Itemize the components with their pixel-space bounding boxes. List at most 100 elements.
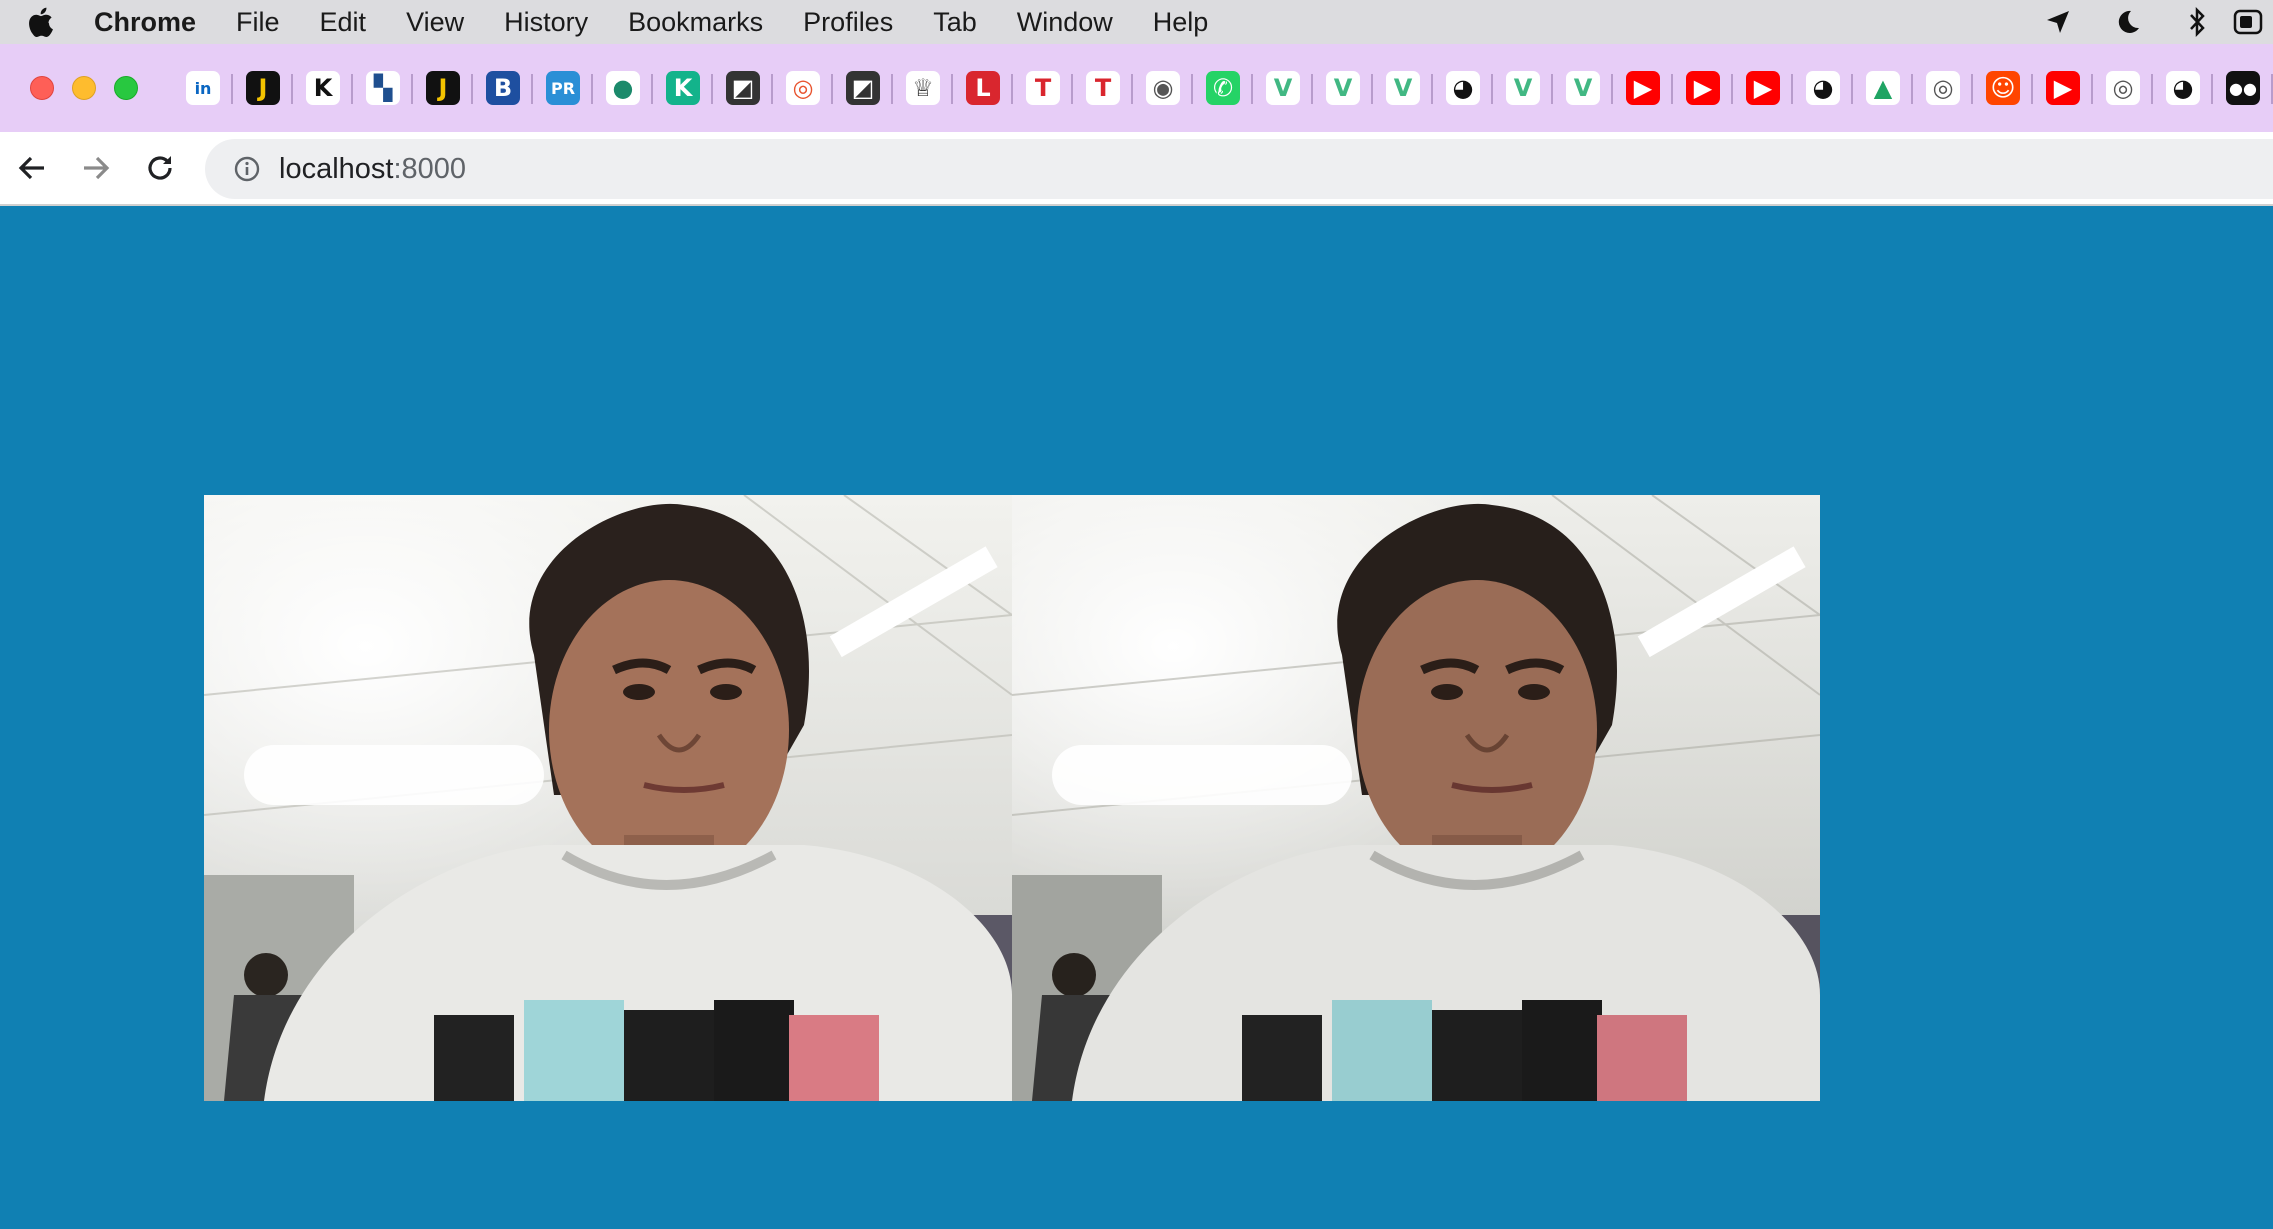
badge-icon: ♕ [906,71,940,105]
ring-icon: ◎ [786,71,820,105]
menu-help[interactable]: Help [1133,7,1229,38]
bookmark-item[interactable]: ◕ [2153,58,2213,118]
chat-icon: ● [606,71,640,105]
bookmark-item[interactable]: B [473,58,533,118]
bookmark-item[interactable]: T [1073,58,1133,118]
vue-icon: V [1506,71,1540,105]
j-icon: J [246,71,280,105]
bookmark-item[interactable]: T [1013,58,1073,118]
bookmark-item[interactable]: L [953,58,1013,118]
chrome-icon: ◎ [2106,71,2140,105]
bookmark-item[interactable]: ●● [2213,58,2273,118]
bookmark-item[interactable]: V [1313,58,1373,118]
forward-button[interactable] [64,136,128,200]
youtube-icon: ▶ [1626,71,1660,105]
original-photo [204,495,1012,1101]
menu-bar: Chrome File Edit View History Bookmarks … [0,0,2273,44]
bookmark-item[interactable]: ♕ [893,58,953,118]
bookmark-item[interactable]: J [233,58,293,118]
github-icon: ◕ [1806,71,1840,105]
bookmark-item[interactable]: ◎ [2093,58,2153,118]
slash-icon: ◩ [726,71,760,105]
bookmark-item[interactable]: ▲ [1853,58,1913,118]
youtube-icon: ▶ [2046,71,2080,105]
menu-edit[interactable]: Edit [300,7,387,38]
menu-history[interactable]: History [484,7,608,38]
github-icon: ◕ [1446,71,1480,105]
menu-bookmarks[interactable]: Bookmarks [608,7,783,38]
battery-icon[interactable] [2233,9,2273,35]
menu-file[interactable]: File [216,7,300,38]
slash-icon: ◩ [846,71,880,105]
k-icon: K [306,71,340,105]
bluetooth-icon[interactable] [2163,7,2233,37]
menu-window[interactable]: Window [997,7,1133,38]
photo-row [204,495,1820,1101]
bookmark-item[interactable]: K [293,58,353,118]
location-arrow-icon[interactable] [2023,9,2093,35]
bookmark-item[interactable]: ◎ [1913,58,1973,118]
bookmark-item[interactable]: V [1373,58,1433,118]
bookmark-item[interactable]: ◕ [1433,58,1493,118]
window-controls [0,76,173,100]
bookmark-item[interactable]: V [1553,58,1613,118]
bookmark-item[interactable]: ◉ [1133,58,1193,118]
medium-icon: ●● [2226,71,2260,105]
browser-toolbar: localhost:8000 [0,132,2273,206]
bookmark-item[interactable]: ▶ [1613,58,1673,118]
bookmark-item[interactable]: ● [593,58,653,118]
youtube-icon: ▶ [1746,71,1780,105]
bookmark-item[interactable]: K [653,58,713,118]
bookmark-list: in J K ▚ J B PR ● K ◩ ◎ ◩ ♕ L T T ◉ ✆ V V V ◕ V V ▶ ▶ ▶ ◕ ▲ ◎ ☺ ▶ ◎ ◕ ●● [173,58,2273,118]
globe-icon: ◉ [1146,71,1180,105]
bookmark-item[interactable]: ▶ [1733,58,1793,118]
bookmark-item[interactable]: in [173,58,233,118]
tesla-icon: T [1026,71,1060,105]
address-bar[interactable]: localhost:8000 [205,139,2273,199]
url-port: :8000 [393,152,467,185]
info-icon[interactable] [227,149,267,189]
board-icon: ▚ [366,71,400,105]
vue-icon: V [1266,71,1300,105]
bookmark-item[interactable]: ▚ [353,58,413,118]
bookmark-item[interactable]: ✆ [1193,58,1253,118]
menu-tab[interactable]: Tab [913,7,997,38]
zoom-window-button[interactable] [114,76,138,100]
reddit-icon: ☺ [1986,71,2020,105]
bookmark-item[interactable]: ▶ [2033,58,2093,118]
bookmark-item[interactable]: ◩ [713,58,773,118]
k-square-icon: K [666,71,700,105]
minimize-window-button[interactable] [72,76,96,100]
bookmark-item[interactable]: PR [533,58,593,118]
youtube-icon: ▶ [1686,71,1720,105]
close-window-button[interactable] [30,76,54,100]
moon-icon[interactable] [2093,9,2163,35]
chrome-icon: ◎ [1926,71,1960,105]
menu-app-name[interactable]: Chrome [80,7,216,38]
bookmark-item[interactable]: ◩ [833,58,893,118]
bookmark-item[interactable]: ◎ [773,58,833,118]
bookmark-item[interactable]: J [413,58,473,118]
github-icon: ◕ [2166,71,2200,105]
bookmark-item[interactable]: ▶ [1673,58,1733,118]
menu-profiles[interactable]: Profiles [783,7,913,38]
bookmarks-bar: in J K ▚ J B PR ● K ◩ ◎ ◩ ♕ L T T ◉ ✆ V V V ◕ V V ▶ ▶ ▶ ◕ ▲ ◎ ☺ ▶ ◎ ◕ ●● [0,44,2273,132]
reload-button[interactable] [128,136,192,200]
bookmark-item[interactable]: V [1493,58,1553,118]
vue-icon: V [1566,71,1600,105]
linkedin-icon: in [186,71,220,105]
vue-icon: V [1326,71,1360,105]
url-host: localhost [279,152,394,185]
back-button[interactable] [0,136,64,200]
bookmark-item[interactable]: ◕ [1793,58,1853,118]
bookmark-item[interactable]: V [1253,58,1313,118]
tesla-icon: T [1086,71,1120,105]
apple-icon[interactable] [0,7,80,37]
b-icon: B [486,71,520,105]
bookmark-item[interactable]: ☺ [1973,58,2033,118]
menu-view[interactable]: View [386,7,484,38]
google-drive-icon: ▲ [1866,71,1900,105]
status-area [2023,0,2273,44]
pr-icon: PR [546,71,580,105]
whatsapp-icon: ✆ [1206,71,1240,105]
